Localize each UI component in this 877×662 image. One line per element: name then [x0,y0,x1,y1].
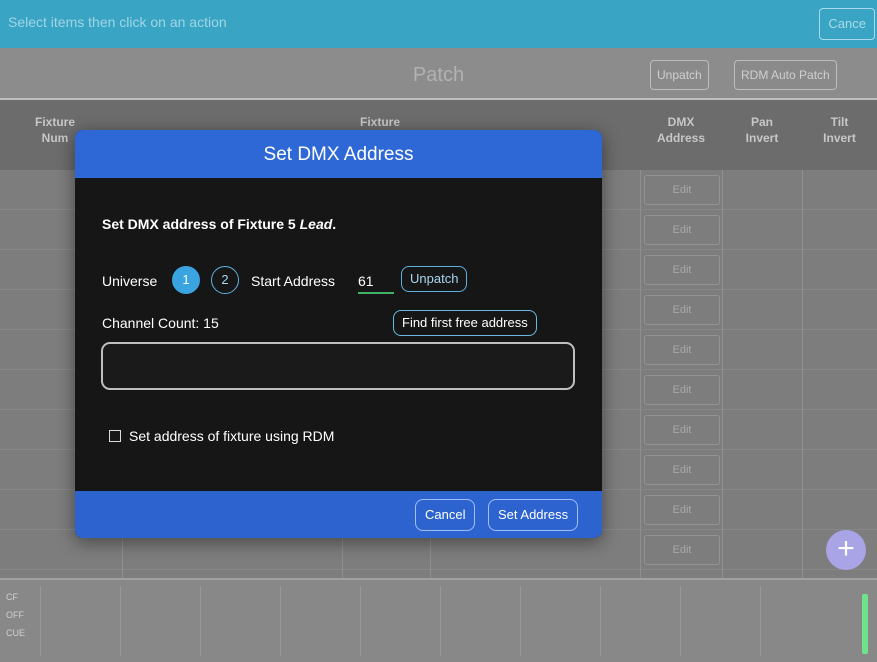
edit-dmx-button[interactable]: Edit [644,455,720,485]
edit-dmx-button[interactable]: Edit [644,175,720,205]
edit-dmx-button[interactable]: Edit [644,295,720,325]
bottom-label: CUE [6,628,26,638]
plus-icon: + [837,532,855,565]
column-tilt-invert[interactable]: Tilt Invert [802,114,877,146]
universe-1-button[interactable]: 1 [172,266,200,294]
column-label: Fixture Num [34,115,75,145]
cancel-button[interactable]: Cancel [415,499,476,531]
fader-divider [440,586,441,656]
fader-divider [280,586,281,656]
find-first-free-address-button[interactable]: Find first free address [393,310,537,336]
instruction-bar: Select items then click on an action Can… [0,0,877,48]
level-meter [862,594,868,654]
playback-bar: CF OFF CUE [0,578,877,662]
rdm-checkbox-label: Set address of fixture using RDM [129,428,335,444]
column-divider [640,170,641,578]
edit-dmx-button[interactable]: Edit [644,495,720,525]
page-header: Patch Unpatch RDM Auto Patch [0,48,877,100]
column-label: Fixture [359,115,400,129]
unpatch-button[interactable]: Unpatch [650,60,709,90]
bottom-label: OFF [6,610,24,620]
rdm-checkbox-row[interactable]: Set address of fixture using RDM [109,428,334,444]
instruction-text: Select items then click on an action [8,14,227,30]
dialog-footer: Cancel Set Address [75,491,602,538]
column-label: DMX Address [656,115,706,145]
edit-dmx-button[interactable]: Edit [644,335,720,365]
edit-dmx-button[interactable]: Edit [644,255,720,285]
set-address-button[interactable]: Set Address [488,499,579,531]
patch-screen: Select items then click on an action Can… [0,0,877,662]
set-dmx-address-dialog: Set DMX Address Set DMX address of Fixtu… [75,130,602,538]
channel-count: Channel Count: 15 [102,315,219,331]
fader-divider [520,586,521,656]
dialog-unpatch-button[interactable]: Unpatch [401,266,468,292]
top-cancel-button[interactable]: Cance [819,8,875,40]
edit-dmx-button[interactable]: Edit [644,375,720,405]
fader-divider [120,586,121,656]
edit-dmx-button[interactable]: Edit [644,215,720,245]
fader-divider [680,586,681,656]
universe-2-button[interactable]: 2 [211,266,239,294]
add-fixture-button[interactable]: + [826,530,866,570]
column-label: Tilt Invert [823,115,856,145]
universe-label: Universe [102,273,158,289]
fader-divider [200,586,201,656]
bottom-label: CF [6,592,18,602]
dialog-body: Set DMX address of Fixture 5 Lead. Unive… [75,178,602,491]
address-message-field[interactable] [101,342,575,390]
heading-fixture-name: Lead [299,216,333,232]
column-fixture[interactable]: Fixture [345,114,415,130]
fader-divider [600,586,601,656]
dialog-header: Set DMX Address [75,130,602,178]
start-address-label: Start Address [251,273,336,289]
column-label: Pan Invert [745,115,779,145]
fader-divider [360,586,361,656]
edit-dmx-button[interactable]: Edit [644,535,720,565]
rdm-auto-patch-button[interactable]: RDM Auto Patch [734,60,837,90]
fader-divider [760,586,761,656]
dialog-heading: Set DMX address of Fixture 5 Lead. [102,216,336,232]
rdm-checkbox[interactable] [109,430,121,442]
column-divider [802,170,803,578]
dialog-title: Set DMX Address [263,144,414,165]
heading-suffix: . [332,216,337,232]
column-dmx-address[interactable]: DMX Address [640,114,722,146]
column-divider [722,170,723,578]
column-pan-invert[interactable]: Pan Invert [722,114,802,146]
start-address-input[interactable] [358,270,394,294]
heading-prefix: Set DMX address of Fixture 5 [102,216,300,232]
fader-divider [40,586,41,656]
edit-dmx-button[interactable]: Edit [644,415,720,445]
